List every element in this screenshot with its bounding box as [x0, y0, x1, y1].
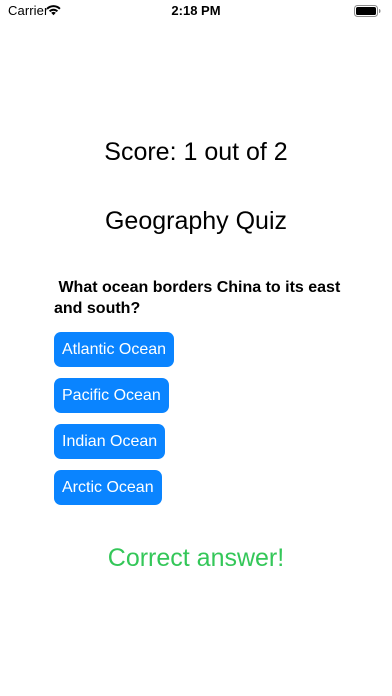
status-time: 2:18 PM [171, 3, 221, 18]
battery-icon [354, 5, 381, 17]
status-bar: Carrier 2:18 PM [0, 0, 392, 22]
answer-button-atlantic[interactable]: Atlantic Ocean [54, 332, 175, 367]
score-label: Score: 1 out of 2 [104, 138, 288, 166]
answer-button-arctic[interactable]: Arctic Ocean [54, 470, 162, 505]
quiz-title: Geography Quiz [104, 207, 288, 235]
answer-list: Atlantic Ocean Pacific Ocean Indian Ocea… [54, 332, 175, 505]
answer-button-indian[interactable]: Indian Ocean [54, 424, 166, 459]
question-text: What ocean borders China to its east and… [54, 279, 345, 317]
feedback-message: Correct answer! [107, 544, 285, 572]
answer-button-pacific[interactable]: Pacific Ocean [54, 378, 169, 413]
